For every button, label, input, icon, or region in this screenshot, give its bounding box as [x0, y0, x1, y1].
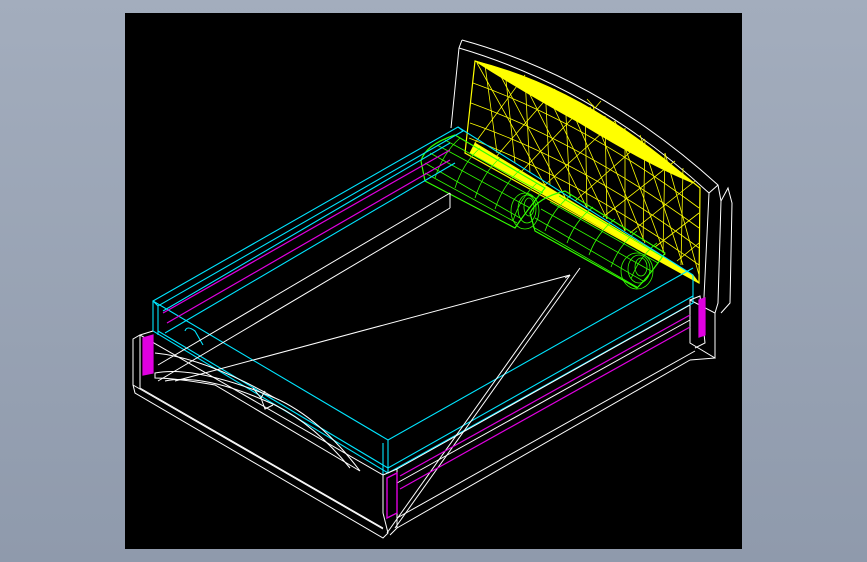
bed-frame [132, 192, 716, 539]
mattress [152, 126, 694, 475]
rail-trim [142, 149, 706, 520]
headboard-frame [450, 39, 733, 359]
headboard-pad-mesh [464, 60, 701, 285]
cad-window [0, 0, 867, 562]
model-viewport[interactable] [125, 13, 742, 549]
pillow-right [529, 190, 666, 290]
bed-wireframe-drawing [132, 39, 733, 539]
